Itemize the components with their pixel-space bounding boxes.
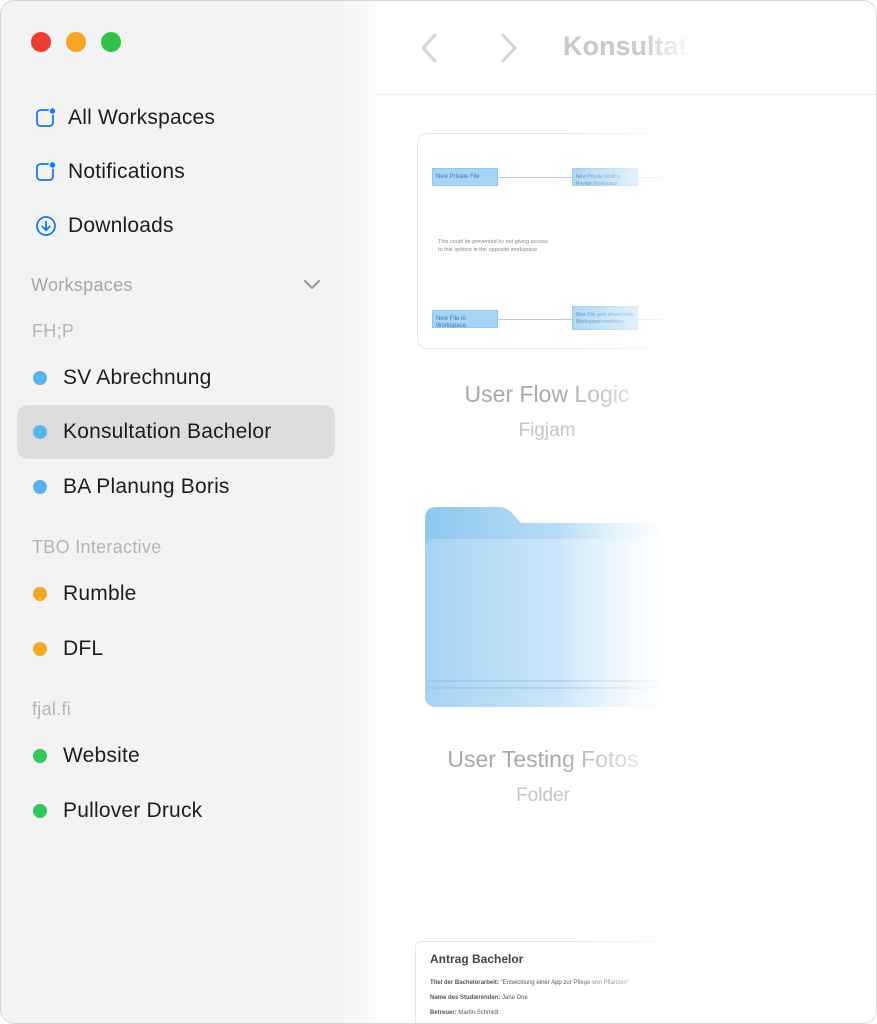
workspace-color-dot [33, 804, 47, 818]
toolbar: Konsultation Bachelor [377, 1, 876, 95]
workspace-item-dfl[interactable]: DFL [17, 622, 335, 676]
section-title: Workspaces [31, 275, 133, 295]
chevron-left-icon [421, 33, 437, 63]
doc-line-label: Betreuer: [430, 1010, 457, 1016]
workspace-item-pullover-druck[interactable]: Pullover Druck [17, 784, 335, 838]
file-type: Folder [516, 785, 570, 806]
doc-line-value: Martin Schmidt [458, 1010, 499, 1016]
folder-icon[interactable] [421, 501, 671, 716]
workspace-item-konsultation-bachelor[interactable]: Konsultation Bachelor [17, 405, 335, 459]
workspace-label: DFL [63, 637, 104, 660]
file-thumbnail-user-flow-logic[interactable]: New Private File New Private Draft in Pr… [417, 133, 677, 349]
square-badge-icon [35, 107, 57, 129]
doc-title: Antrag Bachelor [430, 952, 524, 966]
nav-label: Notifications [68, 160, 185, 183]
flow-box: New Private File [432, 168, 498, 186]
doc-line-label: Name des Studierenden: [430, 995, 501, 1001]
nav-label: Downloads [68, 214, 174, 237]
group-label: FH;P [32, 321, 75, 341]
flow-note: This could be prevented by not giving ac… [438, 239, 548, 253]
workspace-item-sv-abrechnung[interactable]: SV Abrechnung [17, 351, 335, 405]
flow-connector [498, 319, 572, 320]
workspace-color-dot [33, 425, 47, 439]
nav-label: All Workspaces [68, 106, 216, 129]
group-label: fjal.fi [32, 699, 72, 719]
flow-connector [638, 177, 668, 178]
workspace-color-dot [33, 480, 47, 494]
workspace-label: SV Abrechnung [63, 366, 212, 389]
workspace-label: Rumble [63, 582, 137, 605]
doc-line: Name des Studierenden: Jane Doe [430, 995, 670, 1001]
app-window: All Workspaces Notifications Downloads W… [0, 0, 877, 1024]
workspace-label: Konsultation Bachelor [63, 420, 272, 443]
workspace-color-dot [33, 642, 47, 656]
file-name: User Flow Logic [464, 381, 630, 407]
download-circle-icon [35, 215, 57, 237]
flow-connector [498, 177, 572, 178]
workspace-item-website[interactable]: Website [17, 729, 335, 783]
page-title: Konsultation Bachelor [563, 31, 693, 61]
workspace-color-dot [33, 749, 47, 763]
traffic-lights [31, 32, 121, 52]
nav-notifications[interactable]: Notifications [35, 157, 185, 187]
workspace-item-rumble[interactable]: Rumble [17, 567, 335, 621]
workspace-item-ba-planung-boris[interactable]: BA Planung Boris [17, 460, 335, 514]
flow-box: New File in Workspace [432, 310, 498, 329]
flow-box: New Private Draft in Private Workspace [572, 168, 638, 187]
doc-line-label: Titel der Bachelorarbeit: [430, 980, 499, 986]
flow-connector [638, 319, 668, 320]
sidebar: All Workspaces Notifications Downloads W… [1, 1, 377, 1023]
flow-box: New File gets shared with Workspace memb… [572, 306, 638, 330]
file-name: User Testing Fotos [447, 746, 639, 772]
main-content: Konsultation Bachelor New Private File N… [377, 1, 876, 1023]
doc-line-value: Jane Doe [502, 995, 528, 1001]
nav-downloads[interactable]: Downloads [35, 211, 174, 241]
workspace-label: Pullover Druck [63, 799, 203, 822]
workspace-label: BA Planung Boris [63, 475, 230, 498]
forward-button[interactable] [497, 31, 521, 65]
maximize-window-button[interactable] [101, 32, 121, 52]
nav-all-workspaces[interactable]: All Workspaces [35, 103, 215, 133]
chevron-down-icon[interactable] [303, 275, 321, 296]
group-label: TBO Interactive [32, 537, 162, 557]
doc-line: Betreuer: Martin Schmidt [430, 1010, 670, 1016]
close-window-button[interactable] [31, 32, 51, 52]
minimize-window-button[interactable] [66, 32, 86, 52]
square-badge-icon [35, 161, 57, 183]
workspaces-section-header[interactable]: Workspaces [31, 275, 321, 296]
file-type: Figjam [518, 420, 576, 441]
workspace-color-dot [33, 371, 47, 385]
workspace-label: Website [63, 744, 140, 767]
doc-line-value: "Entwicklung einer App zur Pflege von Pf… [500, 980, 629, 986]
file-thumbnail-antrag-bachelor[interactable]: Antrag Bachelor Titel der Bachelorarbeit… [415, 941, 685, 1023]
back-button[interactable] [417, 31, 441, 65]
doc-line: Titel der Bachelorarbeit: "Entwicklung e… [430, 980, 670, 986]
chevron-right-icon [501, 33, 517, 63]
workspace-color-dot [33, 587, 47, 601]
